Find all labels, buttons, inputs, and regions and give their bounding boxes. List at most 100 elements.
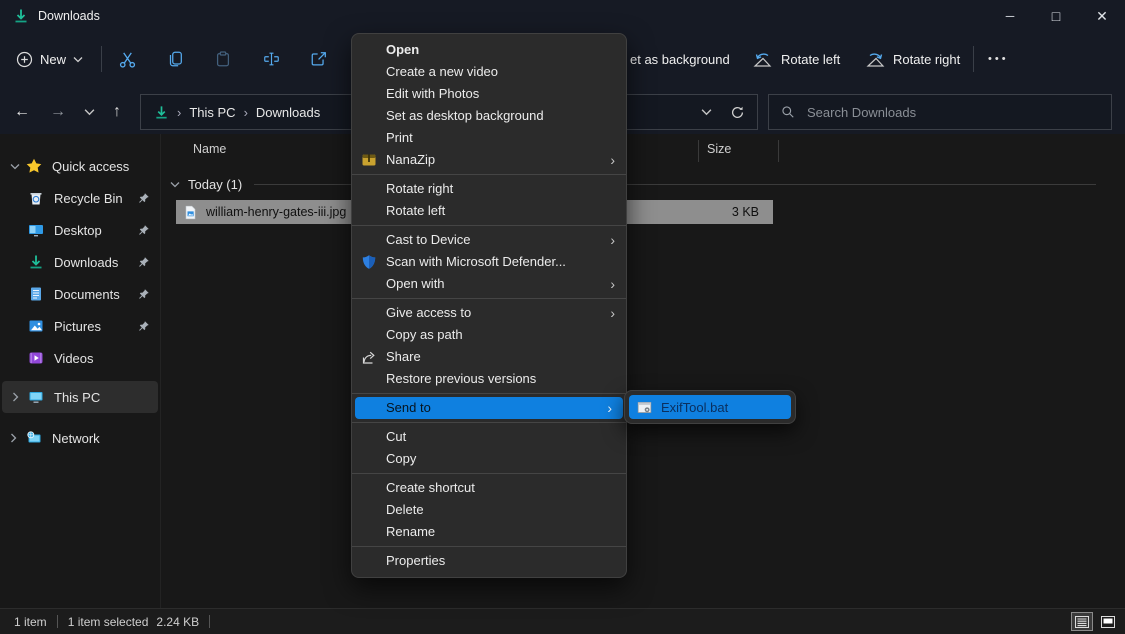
context-menu: Open Create a new video Edit with Photos…: [351, 33, 627, 578]
group-header-today[interactable]: Today (1): [161, 172, 1110, 196]
scissors-icon: [118, 50, 137, 69]
menu-separator: [352, 393, 626, 394]
file-size: 3 KB: [732, 205, 759, 219]
recycle-bin-icon: [28, 190, 44, 206]
rename-button[interactable]: [260, 49, 282, 69]
bat-file-icon: [637, 400, 652, 415]
chevron-right-icon: ›: [610, 273, 615, 295]
title-bar: Downloads ─ □ ✕: [0, 0, 1125, 32]
plus-circle-icon: [16, 51, 33, 68]
context-menu-item-edit-with-photos[interactable]: Edit with Photos: [352, 83, 626, 105]
downloads-folder-icon: [154, 105, 169, 120]
downloads-folder-icon: [13, 8, 29, 24]
network-icon: [26, 430, 42, 446]
sidebar-item-documents[interactable]: Documents: [0, 278, 160, 310]
toolbar-divider: [101, 46, 102, 72]
breadcrumb-separator-icon: ›: [244, 105, 248, 120]
column-divider[interactable]: [698, 140, 699, 162]
context-menu-item-rotate-right[interactable]: Rotate right: [352, 178, 626, 200]
share-icon: [310, 50, 328, 68]
sidebar-item-videos[interactable]: Videos: [0, 342, 160, 374]
large-icons-view-button[interactable]: [1097, 612, 1119, 631]
cut-button[interactable]: [116, 49, 138, 69]
chevron-down-icon: [73, 56, 83, 63]
search-input[interactable]: [805, 104, 1069, 121]
search-icon: [781, 105, 795, 119]
context-menu-item-create-a-new-video[interactable]: Create a new video: [352, 61, 626, 83]
context-menu-item-share[interactable]: Share: [352, 346, 626, 368]
refresh-button[interactable]: [730, 105, 745, 120]
status-divider: [57, 615, 58, 628]
new-button[interactable]: New: [16, 46, 83, 72]
clipboard-icon: [214, 50, 232, 68]
submenu-item-exiftool-bat[interactable]: ExifTool.bat: [629, 395, 791, 419]
context-menu-item-open-with[interactable]: Open with ›: [352, 273, 626, 295]
pin-icon: [137, 256, 150, 269]
context-menu-item-create-shortcut[interactable]: Create shortcut: [352, 477, 626, 499]
context-menu-item-rename[interactable]: Rename: [352, 521, 626, 543]
context-menu-item-copy[interactable]: Copy: [352, 448, 626, 470]
search-box[interactable]: [768, 94, 1112, 130]
videos-icon: [28, 350, 44, 366]
maximize-button[interactable]: □: [1033, 0, 1079, 32]
context-menu-item-scan-with-microsoft-defender[interactable]: Scan with Microsoft Defender...: [352, 251, 626, 273]
rotate-left-button[interactable]: Rotate left: [752, 46, 840, 72]
window-title: Downloads: [38, 9, 100, 23]
minimize-icon: ─: [1006, 9, 1015, 23]
sidebar-item-quick-access[interactable]: Quick access: [0, 150, 160, 182]
column-header-size[interactable]: Size: [707, 142, 731, 156]
chevron-down-icon: [10, 163, 20, 170]
up-button[interactable]: ↑: [104, 96, 130, 128]
menu-separator: [352, 546, 626, 547]
sidebar-item-network[interactable]: Network: [0, 422, 160, 454]
context-menu-item-cast-to-device[interactable]: Cast to Device ›: [352, 229, 626, 251]
context-menu-item-give-access-to[interactable]: Give access to ›: [352, 302, 626, 324]
forward-button[interactable]: →: [45, 96, 71, 128]
sidebar-item-pictures[interactable]: Pictures: [0, 310, 160, 342]
sidebar-item-downloads[interactable]: Downloads: [0, 246, 160, 278]
menu-separator: [352, 225, 626, 226]
sidebar-item-recycle-bin[interactable]: Recycle Bin: [0, 182, 160, 214]
details-view-button[interactable]: [1071, 612, 1093, 631]
context-menu-item-set-as-desktop-background[interactable]: Set as desktop background: [352, 105, 626, 127]
arrow-right-icon: →: [50, 103, 66, 121]
back-button[interactable]: ←: [9, 96, 35, 128]
breadcrumb-downloads[interactable]: Downloads: [256, 105, 320, 120]
copy-button[interactable]: [164, 49, 186, 69]
chevron-down-icon: [84, 108, 95, 116]
context-menu-item-open[interactable]: Open: [352, 39, 626, 61]
context-menu-item-send-to[interactable]: Send to ›: [355, 397, 623, 419]
context-menu-item-nanazip[interactable]: NanaZip ›: [352, 149, 626, 171]
close-button[interactable]: ✕: [1079, 0, 1125, 32]
sidebar-item-desktop[interactable]: Desktop: [0, 214, 160, 246]
toolbar-divider: [973, 46, 974, 72]
pin-icon: [137, 224, 150, 237]
context-menu-item-cut[interactable]: Cut: [352, 426, 626, 448]
star-icon: [26, 158, 42, 174]
context-menu-item-delete[interactable]: Delete: [352, 499, 626, 521]
recent-locations-button[interactable]: [76, 96, 102, 128]
address-dropdown-button[interactable]: [701, 108, 712, 116]
context-menu-item-rotate-left[interactable]: Rotate left: [352, 200, 626, 222]
context-menu-item-copy-as-path[interactable]: Copy as path: [352, 324, 626, 346]
more-options-button[interactable]: •••: [988, 46, 1009, 72]
status-divider: [209, 615, 210, 628]
context-menu-item-properties[interactable]: Properties: [352, 550, 626, 572]
breadcrumb-this-pc[interactable]: This PC: [189, 105, 235, 120]
window-controls: ─ □ ✕: [987, 0, 1125, 32]
column-divider[interactable]: [778, 140, 779, 162]
context-menu-item-restore-previous-versions[interactable]: Restore previous versions: [352, 368, 626, 390]
selection-size: 2.24 KB: [156, 615, 199, 629]
minimize-button[interactable]: ─: [987, 0, 1033, 32]
desktop-icon: [28, 222, 44, 238]
context-menu-item-print[interactable]: Print: [352, 127, 626, 149]
close-icon: ✕: [1096, 8, 1108, 25]
column-header-name[interactable]: Name: [193, 142, 226, 156]
share-button[interactable]: [308, 49, 330, 69]
set-as-background-button[interactable]: et as background: [630, 46, 730, 72]
rotate-right-button[interactable]: Rotate right: [864, 46, 960, 72]
chevron-right-icon: [12, 392, 22, 402]
paste-button[interactable]: [212, 49, 234, 69]
chevron-right-icon: [10, 433, 20, 443]
sidebar-item-this-pc[interactable]: This PC: [2, 381, 158, 413]
